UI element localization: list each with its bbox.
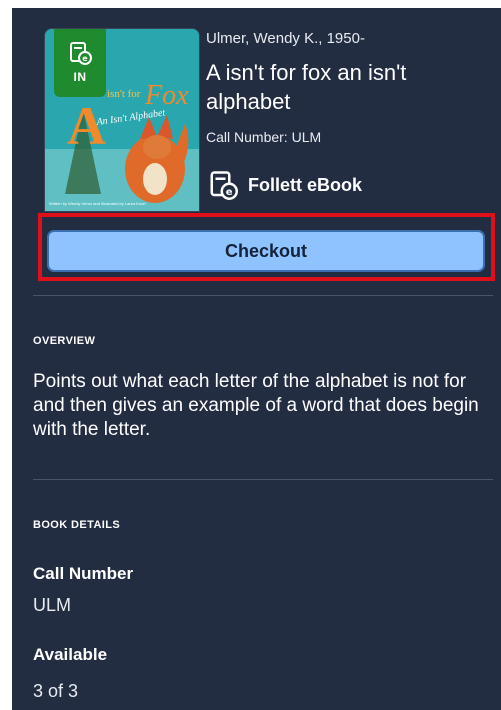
overview-heading: OVERVIEW xyxy=(33,335,96,347)
book-details-heading: BOOK DETAILS xyxy=(33,519,121,531)
overview-text: Points out what each letter of the alpha… xyxy=(33,371,479,440)
available-label: Available xyxy=(33,645,108,664)
cover-title-fox: Fox xyxy=(144,80,189,111)
svg-text:e: e xyxy=(226,187,233,198)
book-format-label: Follett eBook xyxy=(248,174,363,195)
svg-text:e: e xyxy=(82,54,88,63)
checkout-button[interactable]: Checkout xyxy=(47,230,485,272)
book-cover[interactable]: A isn't for Fox An Isn't Alphabet Writte… xyxy=(44,28,200,212)
book-format: e Follett eBook xyxy=(208,170,362,200)
book-author[interactable]: Ulmer, Wendy K., 1950- xyxy=(206,30,365,47)
available-value: 3 of 3 xyxy=(33,681,79,701)
availability-badge-label: IN xyxy=(73,70,87,84)
ebook-icon: e xyxy=(70,42,92,65)
call-number-label: Call Number xyxy=(33,564,134,583)
availability-badge: e IN xyxy=(54,29,106,97)
ebook-icon: e xyxy=(210,171,238,200)
book-title: A isn't for fox an isn't alphabet xyxy=(206,60,407,114)
divider xyxy=(33,479,493,480)
call-number-value: ULM xyxy=(33,595,72,615)
divider xyxy=(33,295,493,296)
book-call-number: Call Number: ULM xyxy=(206,129,322,145)
book-detail-panel: A isn't for Fox An Isn't Alphabet Writte… xyxy=(12,8,501,710)
cover-credits: Written by Wendy Ulmer and Illustrated b… xyxy=(49,201,147,206)
cover-title-isnt-for: isn't for xyxy=(107,88,141,100)
